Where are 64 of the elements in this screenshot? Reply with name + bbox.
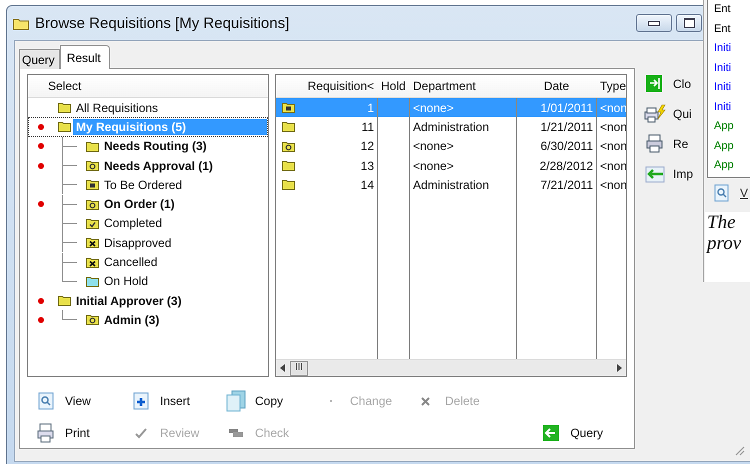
table-row[interactable]: 14 Administration 7/21/2011 <non bbox=[276, 175, 626, 194]
table-cell: <none> bbox=[410, 136, 517, 156]
table-cell-text: <non bbox=[599, 176, 626, 194]
table-cell: 1/21/2011 bbox=[517, 117, 597, 137]
column-header[interactable]: Date bbox=[517, 75, 597, 97]
tree-item[interactable]: Disapproved bbox=[101, 234, 174, 251]
table-cell: <none> bbox=[410, 98, 517, 118]
tree-item[interactable]: Needs Approval (1) bbox=[101, 158, 216, 174]
action-button[interactable]: Copy bbox=[225, 390, 320, 412]
view-link[interactable]: V bbox=[740, 186, 748, 200]
table-cell: 14 bbox=[300, 175, 378, 194]
column-header[interactable]: Department bbox=[410, 75, 517, 97]
list-item[interactable]: Initi bbox=[714, 78, 750, 98]
tree-item[interactable]: All Requisitions bbox=[73, 100, 162, 116]
table-cell: Administration bbox=[410, 175, 517, 194]
table-cell: 2/28/2012 bbox=[517, 156, 597, 176]
table-cell: 6/30/2011 bbox=[517, 136, 597, 156]
list-item[interactable]: App bbox=[714, 117, 750, 136]
table-cell: 13 bbox=[300, 156, 378, 176]
side-action-button[interactable]: Clo bbox=[643, 73, 694, 95]
table-cell-text: <non bbox=[599, 100, 626, 117]
action-button[interactable]: Insert bbox=[130, 390, 225, 412]
side-action-button[interactable]: Qui bbox=[643, 103, 694, 125]
list-item[interactable]: Ent bbox=[714, 20, 750, 39]
tree-item[interactable]: On Hold bbox=[101, 273, 152, 290]
table-cell: Administration bbox=[410, 117, 517, 137]
table-cell-text: <non bbox=[599, 138, 626, 156]
list-item[interactable]: Initi bbox=[714, 98, 750, 117]
tree-item[interactable]: Completed bbox=[101, 215, 166, 232]
table-cell: 12 bbox=[300, 136, 378, 156]
table-cell-text: <non bbox=[599, 158, 626, 175]
table-cell: 11 bbox=[300, 117, 378, 137]
side-action-button[interactable]: Re bbox=[643, 133, 694, 155]
table-row[interactable]: 12 <none> 6/30/2011 <non bbox=[276, 136, 626, 156]
window-title: Browse Requisitions [My Requisitions] bbox=[35, 14, 290, 32]
table-cell: 1/01/2011 bbox=[517, 98, 597, 118]
query-button[interactable]: Query bbox=[540, 422, 603, 444]
column-header[interactable]: Type bbox=[597, 75, 626, 97]
action-button[interactable]: Print bbox=[35, 422, 130, 444]
document-text: The bbox=[707, 212, 736, 233]
list-item[interactable]: Ent bbox=[714, 0, 750, 20]
tree-item[interactable]: To Be Ordered bbox=[101, 176, 186, 193]
tree-item[interactable]: Admin (3) bbox=[101, 312, 162, 328]
list-item[interactable]: Initi bbox=[714, 58, 750, 78]
table-cell: <none> bbox=[410, 156, 517, 176]
list-item[interactable]: App bbox=[714, 136, 750, 156]
table-cell: 7/21/2011 bbox=[517, 175, 597, 194]
table-row[interactable]: 11 Administration 1/21/2011 <non bbox=[276, 117, 626, 137]
column-header[interactable]: Requisition< bbox=[300, 75, 378, 97]
tree-item[interactable]: Needs Routing (3) bbox=[101, 138, 210, 154]
column-header[interactable]: Hold bbox=[378, 75, 410, 97]
list-item[interactable]: App bbox=[714, 156, 750, 176]
table-cell-text: <non bbox=[599, 118, 626, 136]
tab[interactable]: Query bbox=[19, 49, 60, 69]
table-cell: 1 bbox=[300, 98, 378, 118]
tree-item[interactable]: Cancelled bbox=[101, 254, 160, 270]
tree-item[interactable]: Initial Approver (3) bbox=[73, 292, 185, 309]
table-row[interactable]: 13 <none> 2/28/2012 <non bbox=[276, 156, 626, 176]
side-action-button[interactable]: Imp bbox=[643, 163, 694, 185]
tree-item[interactable]: On Order (1) bbox=[101, 196, 178, 212]
tab[interactable]: Result bbox=[60, 45, 110, 69]
document-text: prov bbox=[707, 233, 742, 254]
list-item[interactable]: Initi bbox=[714, 39, 750, 58]
action-button[interactable]: View bbox=[35, 390, 130, 412]
